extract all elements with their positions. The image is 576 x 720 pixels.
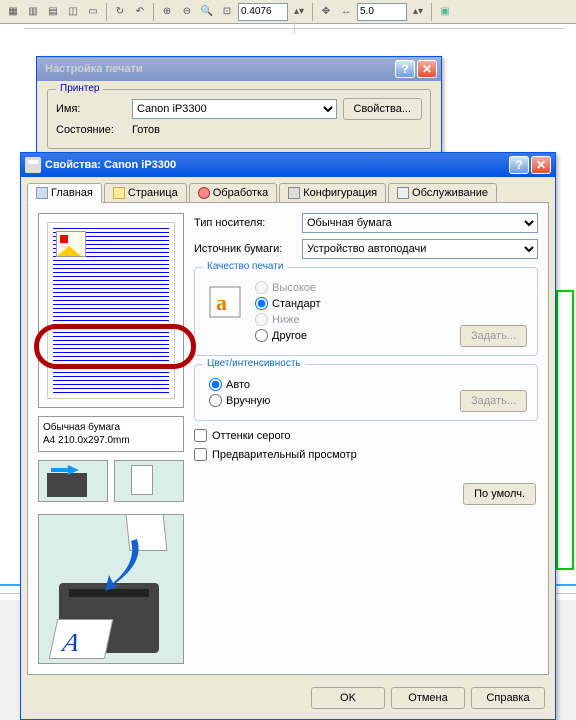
printer-icon — [25, 157, 41, 173]
dialog-title: Свойства: Canon iP3300 — [41, 159, 507, 171]
info-size: A4 210.0x297.0mm — [43, 434, 179, 447]
help-button[interactable]: Справка — [471, 687, 545, 709]
tb-icon[interactable]: ▤ — [44, 3, 62, 21]
tb-icon[interactable]: ▭ — [84, 3, 102, 21]
color-group: Цвет/интенсивность Авто Вручную Задать..… — [194, 364, 538, 421]
doc-icon — [36, 187, 48, 199]
quality-set-button: Задать... — [460, 325, 527, 347]
grayscale-checkbox[interactable] — [194, 429, 207, 442]
stamp-icon — [198, 187, 210, 199]
close-button[interactable]: ✕ — [417, 60, 437, 78]
quality-legend: Качество печати — [203, 261, 287, 272]
help-button[interactable]: ? — [395, 60, 415, 78]
arrow-icon — [87, 533, 147, 593]
page-icon — [113, 187, 125, 199]
printer-illustration: A — [38, 514, 184, 664]
state-label: Состояние: — [56, 124, 126, 136]
tab-maintenance[interactable]: Обслуживание — [388, 183, 497, 202]
quality-icon: a — [209, 286, 241, 318]
ok-button[interactable]: OK — [311, 687, 385, 709]
color-auto-radio[interactable] — [209, 378, 222, 391]
tab-config[interactable]: Конфигурация — [279, 183, 386, 202]
page-preview — [38, 213, 184, 408]
preview-label: Предварительный просмотр — [212, 449, 357, 461]
svg-text:a: a — [216, 290, 227, 315]
tab-page[interactable]: Страница — [104, 183, 187, 202]
quality-high-radio — [255, 281, 268, 294]
printer-properties-dialog: Свойства: Canon iP3300 ? ✕ Главная Стран… — [20, 152, 556, 720]
defaults-button[interactable]: По умолч. — [463, 483, 536, 505]
properties-button[interactable]: Свойства... — [343, 98, 422, 120]
zoom-in-icon[interactable]: ⊕ — [158, 3, 176, 21]
help-button[interactable]: ? — [509, 156, 529, 174]
dialog-title: Настройка печати — [41, 63, 393, 75]
paper-info-box: Обычная бумага A4 210.0x297.0mm — [38, 416, 184, 452]
printer-state: Готов — [132, 124, 160, 136]
quality-other-radio[interactable] — [255, 329, 268, 342]
config-icon — [288, 187, 300, 199]
tab-panel-main: Обычная бумага A4 210.0x297.0mm A Тип но… — [27, 202, 549, 675]
tb-grid-icon[interactable]: ▦ — [4, 3, 22, 21]
color-legend: Цвет/интенсивность — [203, 358, 305, 369]
paper-source-label: Источник бумаги: — [194, 243, 294, 255]
spinner-icon[interactable]: ▴▾ — [290, 3, 308, 21]
zoom-icon[interactable]: 🔍 — [198, 3, 216, 21]
zoom-out-icon[interactable]: ⊖ — [178, 3, 196, 21]
refresh-icon[interactable]: ↻ — [111, 3, 129, 21]
print-setup-dialog: Настройка печати ? ✕ Принтер Имя: Canon … — [36, 56, 442, 164]
cancel-button[interactable]: Отмена — [391, 687, 465, 709]
printer-legend: Принтер — [56, 83, 103, 94]
scale-input[interactable] — [357, 3, 407, 21]
color-manual-radio[interactable] — [209, 394, 222, 407]
zoom-fit-icon[interactable]: ⊡ — [218, 3, 236, 21]
tab-main[interactable]: Главная — [27, 183, 102, 203]
undo-icon[interactable]: ↶ — [131, 3, 149, 21]
tb-icon[interactable]: ▥ — [24, 3, 42, 21]
move-icon[interactable]: ✥ — [317, 3, 335, 21]
printer-name-select[interactable]: Canon iP3300 — [132, 99, 337, 119]
main-toolbar: ▦ ▥ ▤ ◫ ▭ ↻ ↶ ⊕ ⊖ 🔍 ⊡ ▴▾ ✥ ↔ ▴▾ ▣ — [0, 0, 576, 24]
name-label: Имя: — [56, 103, 126, 115]
paper-source-select[interactable]: Устройство автоподачи — [302, 239, 538, 259]
tb-icon[interactable]: ◫ — [64, 3, 82, 21]
info-media: Обычная бумага — [43, 421, 179, 434]
tab-processing[interactable]: Обработка — [189, 183, 277, 202]
media-type-label: Тип носителя: — [194, 217, 294, 229]
image-icon[interactable]: ▣ — [436, 3, 454, 21]
close-button[interactable]: ✕ — [531, 156, 551, 174]
color-set-button: Задать... — [460, 390, 527, 412]
grayscale-label: Оттенки серого — [212, 430, 290, 442]
media-type-select[interactable]: Обычная бумага — [302, 213, 538, 233]
zoom-input[interactable] — [238, 3, 288, 21]
feed-illustration — [38, 460, 108, 502]
quality-low-radio — [255, 313, 268, 326]
tool-icon — [397, 187, 409, 199]
measure-icon[interactable]: ↔ — [337, 3, 355, 21]
quality-group: Качество печати a Высокое Стандарт Ниже … — [194, 267, 538, 356]
preview-checkbox[interactable] — [194, 448, 207, 461]
tab-strip: Главная Страница Обработка Конфигурация … — [21, 177, 555, 202]
page-illustration — [114, 460, 184, 502]
quality-standard-radio[interactable] — [255, 297, 268, 310]
spinner-icon[interactable]: ▴▾ — [409, 3, 427, 21]
